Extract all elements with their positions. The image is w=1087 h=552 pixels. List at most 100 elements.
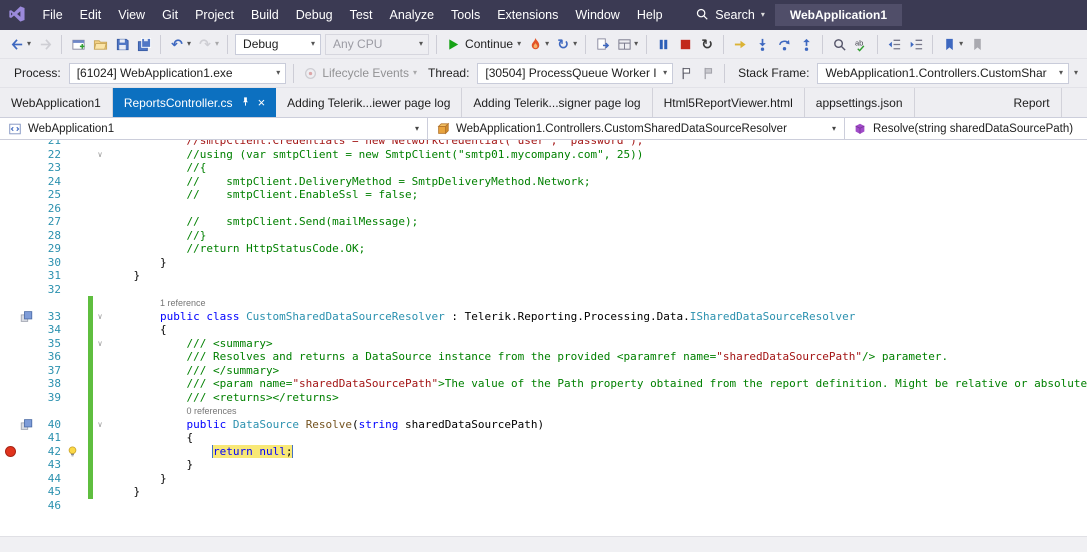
restart-debugging-button[interactable]: ↻ <box>696 34 718 54</box>
breakpoint-margin[interactable] <box>0 404 20 418</box>
code-line[interactable]: 24// smtpClient.DeliveryMethod = SmtpDel… <box>0 175 1087 189</box>
codelens-row[interactable]: 1 reference <box>0 296 1087 310</box>
tab-report[interactable]: Report <box>1003 88 1062 117</box>
code-line[interactable]: 41{ <box>0 431 1087 445</box>
code-line[interactable]: 44} <box>0 472 1087 486</box>
tab-adding-telerik-signer-page-log[interactable]: Adding Telerik...signer page log <box>462 88 652 117</box>
spell-check-button[interactable]: ab <box>850 34 872 54</box>
breakpoint-margin[interactable] <box>0 472 20 486</box>
breakpoint-margin[interactable] <box>0 256 20 270</box>
tab-adding-telerik-iewer-page-log[interactable]: Adding Telerik...iewer page log <box>276 88 462 117</box>
collapse-chevron-icon[interactable]: ∨ <box>93 310 107 324</box>
code-text[interactable]: /// <summary> <box>107 337 1087 351</box>
menu-view[interactable]: View <box>110 0 154 30</box>
save-button[interactable] <box>111 34 133 54</box>
code-text[interactable] <box>107 202 1087 216</box>
new-project-button[interactable] <box>67 34 89 54</box>
breakpoint-margin[interactable] <box>0 202 20 216</box>
breakpoint-icon[interactable] <box>5 446 16 457</box>
collapse-chevron-icon[interactable]: ∨ <box>93 337 107 351</box>
code-line[interactable]: 22∨//using (var smtpClient = new SmtpCli… <box>0 148 1087 162</box>
breakpoint-margin[interactable] <box>0 377 20 391</box>
breakpoint-margin[interactable] <box>0 391 20 405</box>
code-line[interactable]: 23//{ <box>0 161 1087 175</box>
code-line[interactable]: 39/// <returns></returns> <box>0 391 1087 405</box>
code-text[interactable] <box>107 283 1087 297</box>
code-line[interactable]: 35∨/// <summary> <box>0 337 1087 351</box>
breakpoint-margin[interactable] <box>0 458 20 472</box>
code-text[interactable]: /// Resolves and returns a DataSource in… <box>107 350 1087 364</box>
code-text[interactable]: 1 reference <box>107 296 1087 310</box>
lifecycle-events-dropdown[interactable]: Lifecycle Events ▾ <box>299 63 420 83</box>
codelens-row[interactable]: 0 references <box>0 404 1087 418</box>
code-line[interactable]: 21//smtpClient.Credentials = new Network… <box>0 140 1087 148</box>
menu-build[interactable]: Build <box>242 0 287 30</box>
code-line[interactable]: 30} <box>0 256 1087 270</box>
project-dropdown[interactable]: WebApplication1 ▾ <box>0 118 428 139</box>
step-out-button[interactable] <box>795 34 817 54</box>
member-dropdown[interactable]: Resolve(string sharedDataSourcePath) <box>845 118 1087 139</box>
code-line[interactable]: 28//} <box>0 229 1087 243</box>
breakpoint-margin[interactable] <box>0 269 20 283</box>
code-text[interactable]: //smtpClient.Credentials = new NetworkCr… <box>107 140 1087 148</box>
breakpoint-margin[interactable] <box>0 296 20 310</box>
tab-reportscontroller-cs[interactable]: ReportsController.cs× <box>113 88 276 117</box>
code-line[interactable]: 31} <box>0 269 1087 283</box>
breakpoint-margin[interactable] <box>0 431 20 445</box>
code-text[interactable]: /// </summary> <box>107 364 1087 378</box>
code-text[interactable]: return null; <box>107 445 1087 459</box>
solution-configurations-dropdown[interactable]: Debug▾ <box>235 34 321 55</box>
code-text[interactable] <box>107 499 1087 513</box>
bookmarks-window-button[interactable] <box>966 34 988 54</box>
show-next-statement-button[interactable] <box>729 34 751 54</box>
nav-forward-button[interactable] <box>34 34 56 54</box>
menu-extensions[interactable]: Extensions <box>489 0 567 30</box>
code-line[interactable]: 27// smtpClient.Send(mailMessage); <box>0 215 1087 229</box>
search-box[interactable]: Search ▾ <box>685 0 775 30</box>
breakpoint-margin[interactable] <box>0 188 20 202</box>
breakpoint-margin[interactable] <box>0 323 20 337</box>
stop-debugging-button[interactable] <box>674 34 696 54</box>
code-text[interactable]: 0 references <box>107 404 1087 418</box>
code-text[interactable]: // smtpClient.EnableSsl = false; <box>107 188 1087 202</box>
undo-button[interactable]: ↶▾ <box>166 34 194 54</box>
code-line[interactable]: 36/// Resolves and returns a DataSource … <box>0 350 1087 364</box>
lightbulb-icon[interactable] <box>66 445 88 459</box>
process-dropdown[interactable]: [61024] WebApplication1.exe ▾ <box>69 63 287 84</box>
breakpoint-margin[interactable] <box>0 445 20 459</box>
stack-frame-dropdown[interactable]: WebApplication1.Controllers.CustomShar ▾ <box>817 63 1069 84</box>
indent-increase-button[interactable] <box>905 34 927 54</box>
code-editor[interactable]: 21//smtpClient.Credentials = new Network… <box>0 140 1087 536</box>
menu-window[interactable]: Window <box>567 0 628 30</box>
code-text[interactable]: //return HttpStatusCode.OK; <box>107 242 1087 256</box>
code-text[interactable]: /// <returns></returns> <box>107 391 1087 405</box>
solution-platforms-dropdown[interactable]: Any CPU▾ <box>325 34 429 55</box>
breakpoint-margin[interactable] <box>0 175 20 189</box>
code-text[interactable]: } <box>107 458 1087 472</box>
step-over-button[interactable] <box>773 34 795 54</box>
breakpoint-margin[interactable] <box>0 229 20 243</box>
code-line[interactable]: 33∨public class CustomSharedDataSourceRe… <box>0 310 1087 324</box>
breakpoint-margin[interactable] <box>0 350 20 364</box>
breakpoint-margin[interactable] <box>0 140 20 148</box>
breakpoint-margin[interactable] <box>0 499 20 513</box>
code-text[interactable]: //{ <box>107 161 1087 175</box>
code-line[interactable]: 25// smtpClient.EnableSsl = false; <box>0 188 1087 202</box>
breakpoint-margin[interactable] <box>0 161 20 175</box>
find-button[interactable] <box>828 34 850 54</box>
menu-project[interactable]: Project <box>187 0 243 30</box>
menu-edit[interactable]: Edit <box>71 0 110 30</box>
menu-test[interactable]: Test <box>341 0 381 30</box>
menu-debug[interactable]: Debug <box>287 0 341 30</box>
open-file-button[interactable] <box>89 34 111 54</box>
code-line[interactable]: 37/// </summary> <box>0 364 1087 378</box>
code-text[interactable]: } <box>107 485 1087 499</box>
menu-file[interactable]: File <box>34 0 71 30</box>
close-icon[interactable]: × <box>258 96 266 109</box>
redo-button[interactable]: ↷▾ <box>194 34 222 54</box>
code-text[interactable]: public class CustomSharedDataSourceResol… <box>107 310 1087 324</box>
breakpoint-margin[interactable] <box>0 148 20 162</box>
code-line[interactable]: 26 <box>0 202 1087 216</box>
window-layout-button[interactable]: ▾ <box>613 34 641 54</box>
breakpoint-margin[interactable] <box>0 337 20 351</box>
